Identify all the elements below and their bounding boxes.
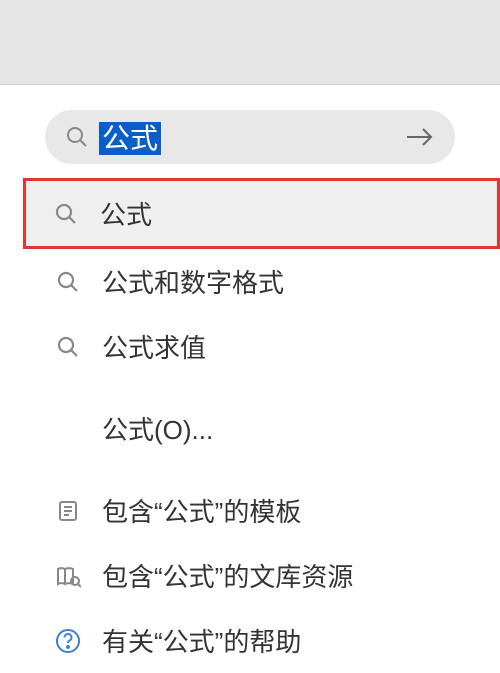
resource-label: 包含“公式”的模板 [102, 492, 301, 529]
suggestion-label: 公式 [100, 195, 152, 232]
search-icon [65, 125, 89, 149]
separator [28, 387, 500, 388]
search-container: 公式 [0, 85, 500, 180]
search-input[interactable]: 公式 [99, 117, 405, 157]
resource-item-library[interactable]: 包含“公式”的文库资源 [28, 543, 500, 608]
resource-label: 有关“公式”的帮助 [102, 622, 301, 659]
search-icon [48, 202, 84, 226]
suggestion-label: 公式求值 [102, 328, 206, 365]
search-icon [50, 335, 86, 359]
command-label: 公式(O)... [102, 410, 213, 447]
suggestions-dropdown: 公式 公式和数字格式 公式求值 公式(O)... [28, 178, 500, 673]
help-icon [50, 628, 86, 654]
title-bar [0, 0, 500, 85]
suggestion-item[interactable]: 公式和数字格式 [28, 249, 500, 314]
search-value-selected: 公式 [99, 122, 161, 155]
template-icon [50, 499, 86, 523]
search-box[interactable]: 公式 [45, 110, 455, 164]
search-icon [50, 270, 86, 294]
submit-arrow-icon[interactable] [405, 125, 435, 149]
separator [28, 469, 500, 470]
suggestion-label: 公式和数字格式 [102, 263, 284, 300]
suggestion-item[interactable]: 公式 [23, 178, 500, 249]
resource-label: 包含“公式”的文库资源 [102, 557, 353, 594]
resource-item-templates[interactable]: 包含“公式”的模板 [28, 478, 500, 543]
resource-item-help[interactable]: 有关“公式”的帮助 [28, 608, 500, 673]
library-icon [50, 564, 86, 588]
suggestion-item[interactable]: 公式求值 [28, 314, 500, 379]
command-item[interactable]: 公式(O)... [28, 396, 500, 461]
